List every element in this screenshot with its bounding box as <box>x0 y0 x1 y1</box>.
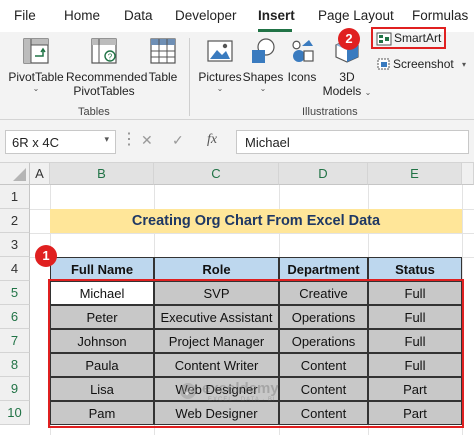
table-cell-full-name[interactable]: Lisa <box>50 377 154 401</box>
step-1-badge: 1 <box>35 245 57 267</box>
shapes-icon <box>252 38 275 63</box>
pictures-icon <box>207 40 233 62</box>
gridline <box>30 233 474 234</box>
group-separator <box>189 38 190 116</box>
col-header-d[interactable]: D <box>279 163 368 185</box>
screenshot-label: Screenshot <box>393 57 454 71</box>
table-cell-status[interactable]: Part <box>368 401 462 425</box>
enter-check-icon[interactable]: ✓ <box>172 132 184 149</box>
cancel-icon[interactable]: ✕ <box>141 132 153 149</box>
smartart-label: SmartArt <box>394 31 442 45</box>
sheet-title[interactable]: Creating Org Chart From Excel Data <box>50 209 462 233</box>
screenshot-button[interactable]: Screenshot ▾ <box>374 56 472 74</box>
table-cell-status[interactable]: Part <box>368 377 462 401</box>
row-header-7[interactable]: 7 <box>0 329 30 353</box>
table-cell-status[interactable]: Full <box>368 305 462 329</box>
table-cell-department[interactable]: Creative <box>279 281 368 305</box>
pivottable-chevron-icon: ⌄ <box>32 84 40 93</box>
table-cell-full-name[interactable]: Paula <box>50 353 154 377</box>
table-cell-department[interactable]: Content <box>279 353 368 377</box>
screenshot-icon <box>377 58 390 70</box>
col-header-c[interactable]: C <box>154 163 279 185</box>
step-2-badge: 2 <box>338 28 360 50</box>
col-header-f[interactable] <box>462 163 474 185</box>
svg-text:?: ? <box>108 53 113 62</box>
pictures-chevron-icon: ⌄ <box>216 84 224 93</box>
table-cell-full-name[interactable]: Peter <box>50 305 154 329</box>
icons-icon <box>292 40 314 62</box>
table-cell-role[interactable]: Project Manager <box>154 329 279 353</box>
row-header-1[interactable]: 1 <box>0 185 30 209</box>
3d-models-chevron-icon: ⌄ <box>364 88 372 97</box>
row-header-9[interactable]: 9 <box>0 377 30 401</box>
table-icon <box>150 38 176 64</box>
header-status[interactable]: Status <box>368 257 462 281</box>
table-cell-status[interactable]: Full <box>368 329 462 353</box>
formula-input[interactable]: Michael <box>236 130 469 154</box>
row-header-10[interactable]: 10 <box>0 401 30 425</box>
table-cell-status[interactable]: Full <box>368 353 462 377</box>
table-cell-department[interactable]: Operations <box>279 329 368 353</box>
tables-group-label: Tables <box>78 106 110 118</box>
3d-models-label-line2: Models ⌄ <box>322 84 372 98</box>
row-header-2[interactable]: 2 <box>0 209 30 233</box>
pivottable-icon <box>23 38 49 64</box>
formula-bar-grip-icon: ⋮ <box>121 131 137 148</box>
name-box[interactable]: 6R x 4C ▾ <box>5 130 116 154</box>
name-box-dropdown-icon[interactable]: ▾ <box>104 134 109 145</box>
watermark-tagline: EXCEL · DATA · BI <box>208 397 276 403</box>
tab-insert[interactable]: Insert <box>258 8 295 23</box>
smartart-icon <box>376 32 392 46</box>
name-box-value: 6R x 4C <box>12 135 59 150</box>
tab-data[interactable]: Data <box>124 8 153 23</box>
tab-page-layout[interactable]: Page Layout <box>318 8 394 23</box>
table-cell-status[interactable]: Full <box>368 281 462 305</box>
ribbon: PivotTable ⌄ ? Recommended PivotTables T… <box>0 27 474 120</box>
row-header-8[interactable]: 8 <box>0 353 30 377</box>
shapes-chevron-icon: ⌄ <box>259 84 267 93</box>
table-cell-department[interactable]: Content <box>279 401 368 425</box>
tab-home[interactable]: Home <box>64 8 100 23</box>
watermark-name: exceldemy <box>202 380 279 397</box>
row-header-5[interactable]: 5 <box>0 281 30 305</box>
table-label: Table <box>148 70 178 84</box>
illustrations-group-label: Illustrations <box>302 106 358 118</box>
header-department[interactable]: Department <box>279 257 368 281</box>
smartart-button[interactable]: SmartArt <box>371 27 446 49</box>
tab-developer[interactable]: Developer <box>175 8 237 23</box>
icons-label: Icons <box>287 70 317 84</box>
worksheet-grid: A B C D E 1 2 3 4 5 6 7 8 9 10 Creating … <box>0 163 474 435</box>
tab-formulas[interactable]: Formulas <box>412 8 468 23</box>
recommended-label-line2: PivotTables <box>73 84 135 98</box>
screenshot-dropdown-icon: ▾ <box>462 60 467 69</box>
3d-models-label-line1: 3D <box>339 70 355 84</box>
row-header-3[interactable]: 3 <box>0 233 30 257</box>
header-role[interactable]: Role <box>154 257 279 281</box>
row-header-6[interactable]: 6 <box>0 305 30 329</box>
col-header-a[interactable]: A <box>30 163 50 185</box>
insert-function-icon[interactable]: fx <box>207 132 217 148</box>
col-header-e[interactable]: E <box>368 163 462 185</box>
select-all-corner[interactable] <box>0 163 30 185</box>
table-cell-role[interactable]: SVP <box>154 281 279 305</box>
col-header-b[interactable]: B <box>50 163 154 185</box>
gridline <box>462 185 463 435</box>
recommended-label-line1: Recommended <box>66 70 148 84</box>
table-cell-department[interactable]: Operations <box>279 305 368 329</box>
active-cell[interactable]: Michael <box>50 281 154 305</box>
table-cell-role[interactable]: Content Writer <box>154 353 279 377</box>
table-cell-role[interactable]: Executive Assistant <box>154 305 279 329</box>
tab-file[interactable]: File <box>14 8 36 23</box>
select-all-triangle-icon <box>13 168 26 181</box>
header-full-name[interactable]: Full Name <box>50 257 154 281</box>
recommended-pivottables-icon: ? <box>91 38 117 64</box>
table-cell-role[interactable]: Web Designer <box>154 401 279 425</box>
table-cell-full-name[interactable]: Pam <box>50 401 154 425</box>
exceldemy-logo-icon <box>180 383 196 399</box>
table-cell-department[interactable]: Content <box>279 377 368 401</box>
row-header-4[interactable]: 4 <box>0 257 30 281</box>
table-cell-full-name[interactable]: Johnson <box>50 329 154 353</box>
formula-bar: 6R x 4C ▾ ⋮ ✕ ✓ fx Michael <box>0 120 474 163</box>
